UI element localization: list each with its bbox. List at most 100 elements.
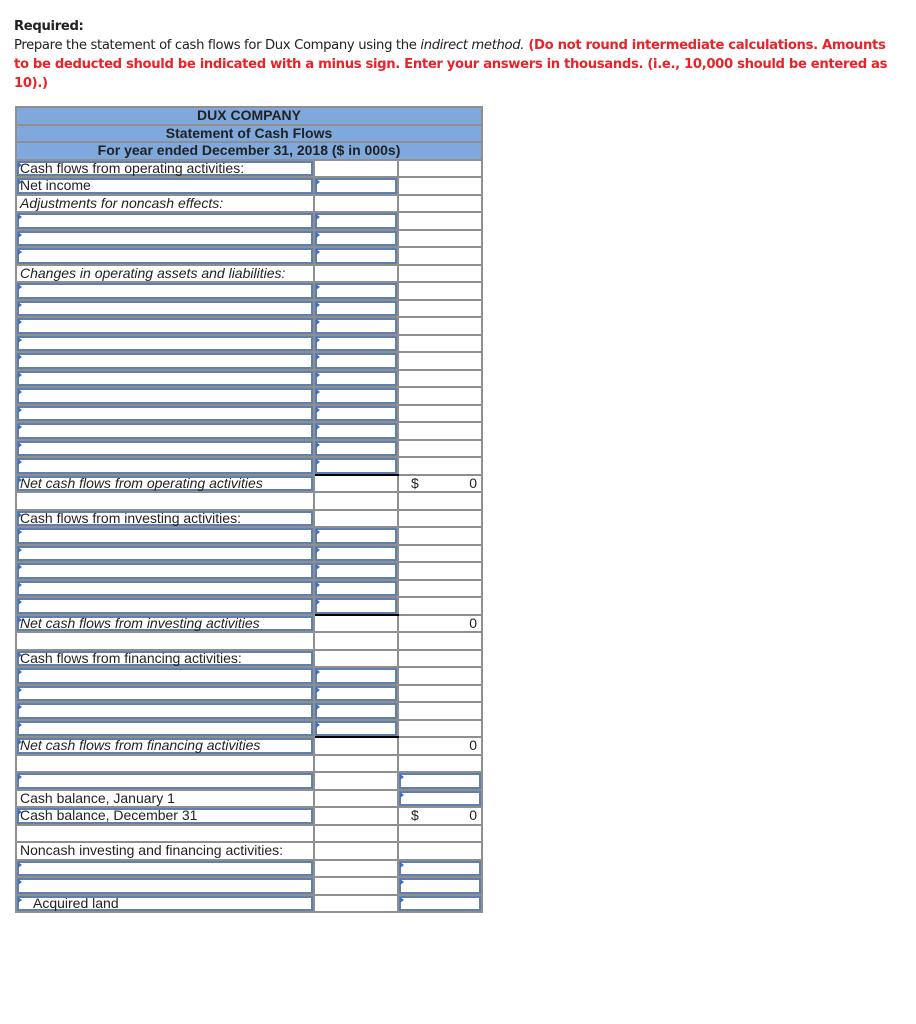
empty-cell: [396, 683, 484, 703]
adjustments-amount-input[interactable]: [313, 228, 399, 248]
investing-description-input[interactable]: [15, 561, 315, 581]
adjustments-input-row: [15, 228, 484, 248]
changes-description-input[interactable]: [15, 438, 315, 458]
net-operating-value: 0: [469, 474, 478, 491]
financing-header-cell[interactable]: Cash flows from financing activities:: [15, 648, 315, 668]
instructions: Required: Prepare the statement of cash …: [14, 17, 894, 93]
header-period-row: For year ended December 31, 2018 ($ in 0…: [14, 141, 484, 161]
investing-amount-input[interactable]: [313, 578, 399, 598]
adjustments-amount-input[interactable]: [313, 211, 399, 231]
adjustments-amount-input[interactable]: [313, 246, 399, 266]
investing-description-input[interactable]: [15, 596, 315, 616]
noncash-input-row: [15, 876, 484, 896]
operating-header-label: Cash flows from operating activities:: [20, 159, 245, 176]
cash-jan1-amount-input[interactable]: [396, 788, 484, 808]
investing-input-row: [15, 578, 484, 598]
investing-description-input[interactable]: [15, 526, 315, 546]
net-operating-total: $0: [396, 473, 484, 493]
net-investing-row: Net cash flows from investing activities…: [15, 613, 484, 633]
empty-cell: [396, 596, 484, 616]
changes-description-input[interactable]: [15, 403, 315, 423]
changes-input-row: [15, 456, 484, 476]
net-change-amount-input[interactable]: [396, 771, 484, 791]
acquired-land-row: Acquired land: [15, 893, 484, 913]
investing-input-row: [15, 526, 484, 546]
changes-label: Changes in operating assets and liabilit…: [20, 264, 286, 281]
noncash-amount-input[interactable]: [396, 858, 484, 878]
net-income-label-cell[interactable]: Net income: [15, 176, 315, 196]
financing-amount-input[interactable]: [313, 718, 399, 738]
noncash-description-input[interactable]: [15, 876, 315, 896]
acquired-land-amount-input[interactable]: [396, 893, 484, 913]
financing-description-input[interactable]: [15, 666, 315, 686]
net-investing-label: Net cash flows from investing activities: [20, 614, 260, 631]
financing-input-row: [15, 666, 484, 686]
acquired-land-label: Acquired land: [33, 894, 119, 911]
changes-description-input[interactable]: [15, 368, 315, 388]
investing-input-row: [15, 543, 484, 563]
adjustments-description-input[interactable]: [15, 228, 315, 248]
operating-header-cell[interactable]: Cash flows from operating activities:: [15, 158, 315, 178]
investing-amount-input[interactable]: [313, 543, 399, 563]
changes-amount-input[interactable]: [313, 421, 399, 441]
changes-amount-input[interactable]: [313, 386, 399, 406]
instructions-italic: indirect method.: [420, 38, 525, 53]
financing-description-input[interactable]: [15, 683, 315, 703]
net-income-label: Net income: [20, 177, 91, 194]
noncash-description-input[interactable]: [15, 858, 315, 878]
blank-row: [15, 631, 484, 651]
empty-cell: [396, 298, 484, 318]
investing-description-input[interactable]: [15, 543, 315, 563]
changes-description-input[interactable]: [15, 456, 315, 476]
changes-description-input[interactable]: [15, 316, 315, 336]
acquired-land-label-cell[interactable]: Acquired land: [15, 893, 315, 913]
noncash-amount-input[interactable]: [396, 876, 484, 896]
empty-cell: [396, 193, 484, 213]
empty-cell: [396, 753, 484, 773]
empty-cell: [396, 421, 484, 441]
changes-description-input[interactable]: [15, 421, 315, 441]
cash-dec31-row: Cash balance, December 31 $0: [15, 806, 484, 826]
investing-amount-input[interactable]: [313, 596, 399, 616]
net-financing-label-cell[interactable]: Net cash flows from financing activities: [15, 736, 315, 756]
investing-amount-input[interactable]: [313, 561, 399, 581]
changes-amount-input[interactable]: [313, 456, 399, 476]
financing-amount-input[interactable]: [313, 666, 399, 686]
empty-cell: [313, 193, 399, 213]
changes-amount-input[interactable]: [313, 316, 399, 336]
investing-description-input[interactable]: [15, 578, 315, 598]
changes-description-input[interactable]: [15, 333, 315, 353]
empty-cell: [396, 333, 484, 353]
changes-amount-input[interactable]: [313, 298, 399, 318]
adjustments-description-input[interactable]: [15, 211, 315, 231]
changes-input-row: [15, 421, 484, 441]
net-change-label-input[interactable]: [15, 771, 315, 791]
changes-description-input[interactable]: [15, 386, 315, 406]
changes-amount-input[interactable]: [313, 281, 399, 301]
changes-description-input[interactable]: [15, 281, 315, 301]
investing-amount-input[interactable]: [313, 526, 399, 546]
changes-amount-input[interactable]: [313, 351, 399, 371]
financing-description-input[interactable]: [15, 701, 315, 721]
empty-cell: [313, 508, 399, 528]
changes-amount-input[interactable]: [313, 333, 399, 353]
net-operating-label-cell[interactable]: Net cash flows from operating activities: [15, 473, 315, 493]
financing-amount-input[interactable]: [313, 701, 399, 721]
cash-dec31-label-cell[interactable]: Cash balance, December 31: [15, 806, 315, 826]
adjustments-description-input[interactable]: [15, 246, 315, 266]
net-change-row: [15, 771, 484, 791]
net-investing-label-cell[interactable]: Net cash flows from investing activities: [15, 613, 315, 633]
changes-input-row: [15, 316, 484, 336]
changes-description-input[interactable]: [15, 351, 315, 371]
net-income-amount-input[interactable]: [313, 176, 399, 196]
changes-amount-input[interactable]: [313, 368, 399, 388]
financing-description-input[interactable]: [15, 718, 315, 738]
cash-dec31-value: 0: [469, 807, 478, 824]
adjustments-input-row: [15, 246, 484, 266]
financing-amount-input[interactable]: [313, 683, 399, 703]
changes-description-input[interactable]: [15, 298, 315, 318]
changes-amount-input[interactable]: [313, 403, 399, 423]
investing-header-cell[interactable]: Cash flows from investing activities:: [15, 508, 315, 528]
changes-amount-input[interactable]: [313, 438, 399, 458]
blank-row: [15, 491, 484, 511]
